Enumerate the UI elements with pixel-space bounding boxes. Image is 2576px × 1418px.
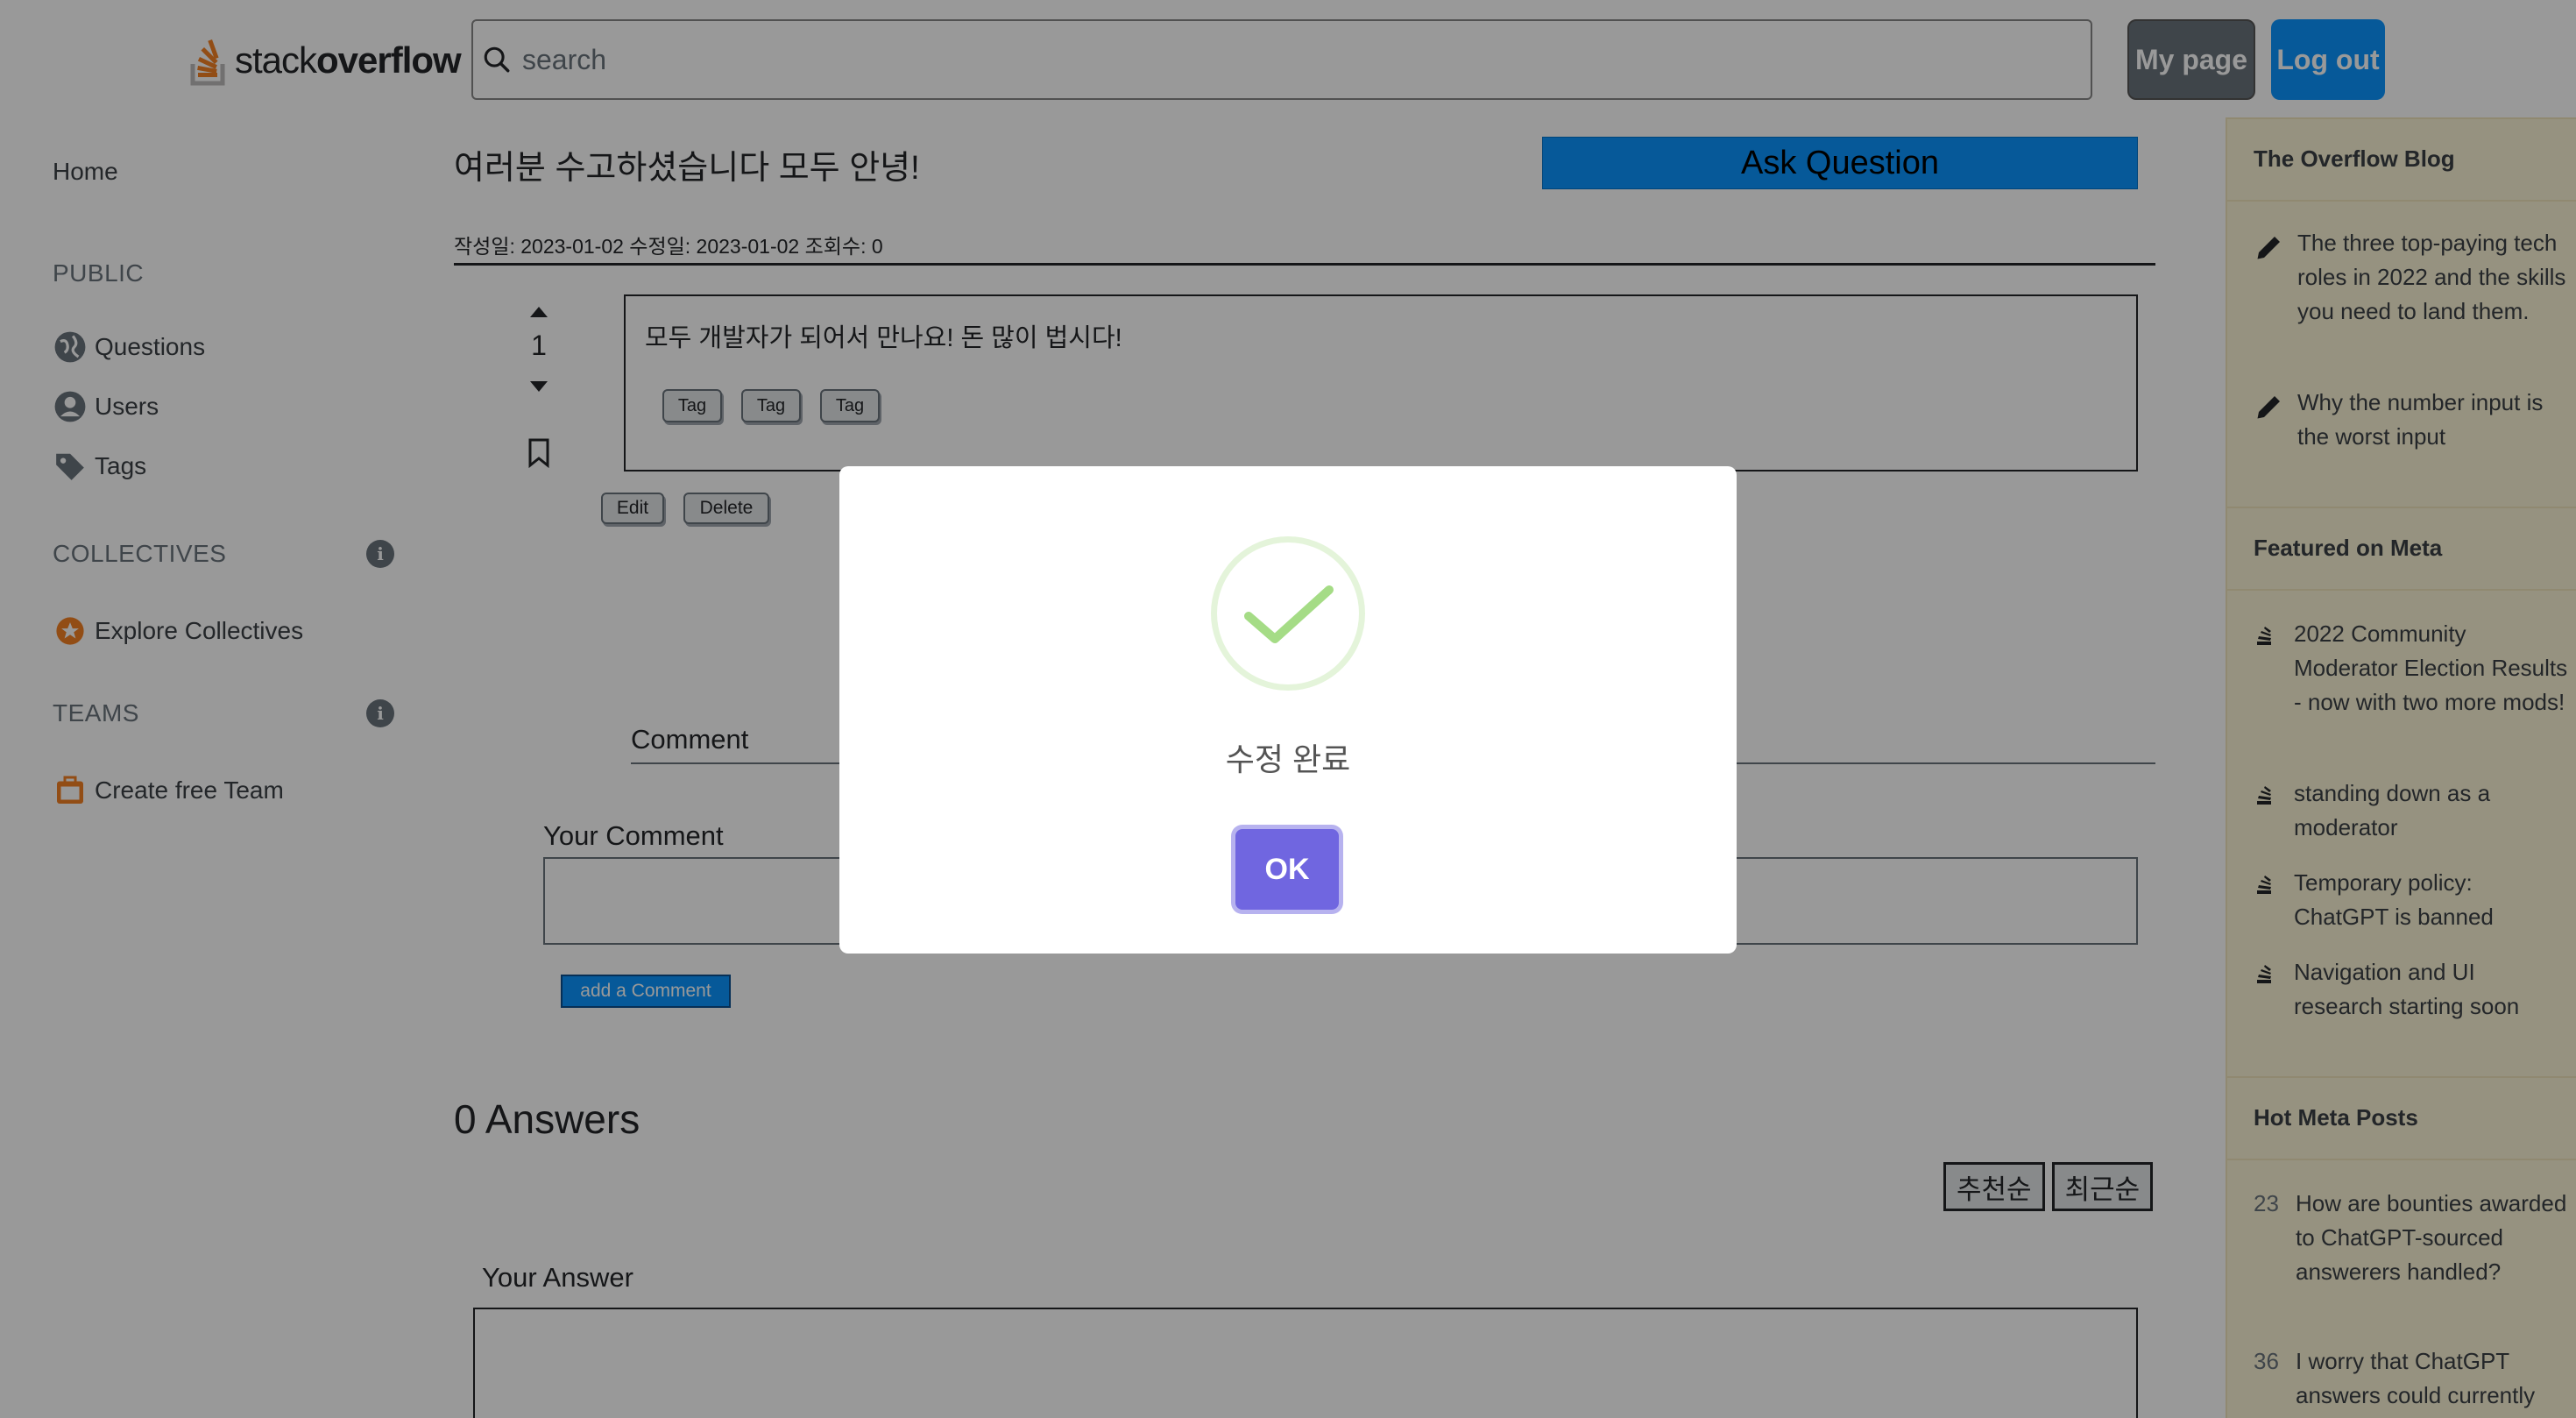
ok-button[interactable]: OK	[1235, 829, 1339, 910]
success-check-icon	[1211, 536, 1365, 691]
dialog-title: 수정 완료	[1225, 741, 1351, 777]
success-dialog: 수정 완료 OK	[839, 466, 1737, 954]
